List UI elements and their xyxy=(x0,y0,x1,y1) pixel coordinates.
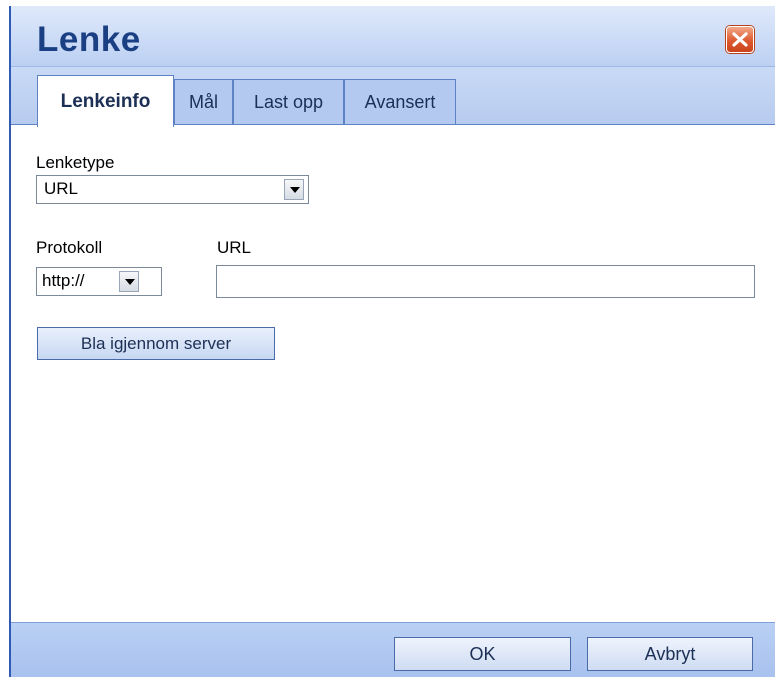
close-button[interactable] xyxy=(726,26,754,53)
link-dialog: Lenke Lenkeinfo Mål Last opp Avansert Le… xyxy=(9,6,775,677)
tab-panel-lenkeinfo: Lenketype URL Protokoll http:// URL Bla … xyxy=(11,124,775,622)
link-type-label: Lenketype xyxy=(36,153,115,172)
tab-bar: Lenkeinfo Mål Last opp Avansert xyxy=(11,66,775,127)
tab-label: Lenkeinfo xyxy=(60,90,151,112)
tab-label: Avansert xyxy=(364,92,436,112)
close-icon xyxy=(732,32,748,47)
ok-label: OK xyxy=(469,643,496,664)
chevron-down-icon xyxy=(290,187,300,193)
tab-avansert[interactable]: Avansert xyxy=(344,79,456,125)
tab-lenkeinfo[interactable]: Lenkeinfo xyxy=(37,75,174,127)
cancel-button[interactable]: Avbryt xyxy=(587,637,753,671)
protocol-label: Protokoll xyxy=(36,238,103,257)
tab-label: Mål xyxy=(188,92,218,112)
protocol-dropdown-button[interactable] xyxy=(119,271,139,292)
cancel-label: Avbryt xyxy=(644,643,696,664)
tab-maal[interactable]: Mål xyxy=(174,79,233,125)
ok-button[interactable]: OK xyxy=(394,637,571,671)
browse-server-button[interactable]: Bla igjennom server xyxy=(37,327,275,360)
protocol-select[interactable]: http:// xyxy=(36,267,162,296)
chevron-down-icon xyxy=(125,279,135,285)
url-label: URL xyxy=(217,238,252,257)
browse-server-label: Bla igjennom server xyxy=(80,333,232,353)
link-type-select[interactable]: URL xyxy=(36,175,309,204)
dialog-titlebar[interactable]: Lenke xyxy=(11,6,775,66)
link-type-dropdown-button[interactable] xyxy=(284,179,304,200)
dialog-footer: OK Avbryt xyxy=(11,622,775,677)
url-input[interactable] xyxy=(216,265,755,298)
link-type-value: URL xyxy=(44,179,79,198)
dialog-title: Lenke xyxy=(37,20,141,59)
protocol-value: http:// xyxy=(42,271,85,290)
tab-last-opp[interactable]: Last opp xyxy=(233,79,344,125)
tab-label: Last opp xyxy=(253,92,324,112)
